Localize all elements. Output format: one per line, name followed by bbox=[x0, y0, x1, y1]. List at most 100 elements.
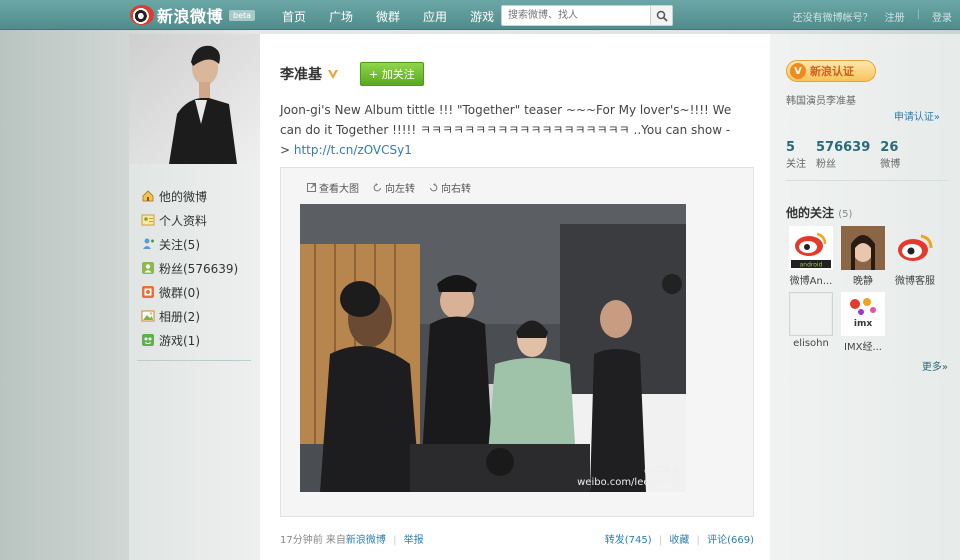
menu-fans[interactable]: 粉丝(576639) bbox=[141, 256, 238, 280]
divider: | bbox=[658, 535, 663, 546]
friend-name: 晚静 bbox=[853, 276, 873, 287]
view-large-button[interactable]: 查看大图 bbox=[307, 180, 359, 195]
follow-button[interactable]: + 加关注 bbox=[360, 62, 424, 86]
rotate-left-icon bbox=[373, 183, 381, 192]
stat-number: 26 bbox=[880, 140, 899, 155]
follow-count: (5) bbox=[838, 209, 853, 220]
menu-label: 游戏(1) bbox=[159, 333, 200, 348]
rotate-left-button[interactable]: 向左转 bbox=[373, 180, 415, 195]
post-meta: 17分钟前 来自新浪微博 | 举报 bbox=[280, 531, 424, 546]
menu-following[interactable]: 关注(5) bbox=[141, 232, 238, 256]
imx-logo-icon: imx bbox=[841, 292, 885, 336]
beta-badge: beta bbox=[229, 9, 256, 21]
album-icon bbox=[141, 309, 155, 323]
person-card-icon bbox=[141, 213, 155, 227]
sina-verified-badge[interactable]: V 新浪认证 bbox=[786, 60, 876, 82]
friend-item[interactable]: imx IMX经... bbox=[838, 292, 888, 353]
stat-weibo[interactable]: 26 微博 bbox=[880, 140, 900, 170]
group-icon bbox=[141, 285, 155, 299]
rotate-right-button[interactable]: 向右转 bbox=[429, 180, 471, 195]
friend-avatar bbox=[841, 226, 885, 270]
menu-label: 个人资料 bbox=[159, 213, 208, 228]
post-time: 17分钟前 bbox=[280, 535, 323, 546]
weibo-logo[interactable]: 新浪微博 beta bbox=[130, 3, 256, 27]
profile-avatar[interactable] bbox=[129, 34, 260, 164]
photo-watermark-user: @李准基 bbox=[643, 466, 680, 476]
nav-home[interactable]: 首页 bbox=[282, 8, 306, 25]
login-link[interactable]: 登录 bbox=[932, 9, 952, 24]
search-icon bbox=[656, 10, 668, 22]
comment-link[interactable]: 评论(669) bbox=[707, 535, 754, 546]
friend-name: IMX经... bbox=[844, 342, 882, 353]
menu-label: 相册(2) bbox=[159, 309, 200, 324]
rotate-right-icon bbox=[430, 183, 438, 192]
friend-name: 微博客服 bbox=[895, 276, 935, 287]
menu-label: 他的微博 bbox=[159, 189, 208, 204]
sidebar-divider bbox=[137, 360, 251, 361]
menu-his-weibo[interactable]: 他的微博 bbox=[141, 184, 238, 208]
right-sidebar: V 新浪认证 韩国演员李准基 申请认证» 5 关注 576639 粉丝 26 微… bbox=[770, 34, 960, 560]
tool-label: 向右转 bbox=[441, 184, 471, 195]
friend-avatar: imx bbox=[841, 292, 885, 336]
friend-item[interactable]: 微博客服 bbox=[890, 226, 940, 287]
person-photo-icon bbox=[841, 226, 885, 270]
media-toolbar: 查看大图 向左转 向右转 bbox=[307, 180, 471, 195]
source-link[interactable]: 新浪微博 bbox=[346, 535, 386, 546]
menu-album[interactable]: 相册(2) bbox=[141, 304, 238, 328]
verify-description: 韩国演员李准基 bbox=[786, 96, 856, 107]
post-text: Joon-gi's New Album tittle !!! "Together… bbox=[280, 100, 740, 160]
profile-header: 李准基 + 加关注 bbox=[280, 62, 424, 86]
more-following-link[interactable]: 更多» bbox=[922, 358, 948, 373]
post-actions: 转发(745) | 收藏 | 评论(669) bbox=[605, 531, 754, 546]
search-button[interactable] bbox=[650, 6, 672, 25]
photo-watermark-url: weibo.com/leejoongi bbox=[577, 477, 680, 488]
divider: | bbox=[916, 9, 920, 20]
stat-label: 粉丝 bbox=[816, 159, 836, 170]
follow-title: 他的关注 bbox=[786, 206, 835, 220]
repost-link[interactable]: 转发(745) bbox=[605, 535, 652, 546]
svg-text:android: android bbox=[800, 262, 823, 269]
menu-games[interactable]: 游戏(1) bbox=[141, 328, 238, 352]
stat-number: 576639 bbox=[816, 140, 871, 155]
stat-number: 5 bbox=[786, 140, 796, 155]
studio-photo bbox=[300, 204, 686, 492]
stat-label: 关注 bbox=[786, 159, 806, 170]
nav-groups[interactable]: 微群 bbox=[376, 8, 400, 25]
report-link[interactable]: 举报 bbox=[404, 535, 424, 546]
menu-label: 微群(0) bbox=[159, 285, 200, 300]
stats-divider bbox=[786, 180, 948, 181]
svg-text:imx: imx bbox=[854, 319, 872, 329]
no-account-prompt: 还没有微博帐号？ bbox=[792, 13, 873, 24]
post-link[interactable]: http://t.cn/zOVCSy1 bbox=[294, 143, 412, 157]
post-photo[interactable]: @李准基 weibo.com/leejoongi bbox=[300, 204, 686, 492]
friend-item[interactable]: android 微博An... bbox=[786, 226, 836, 287]
verified-v-icon: V bbox=[790, 63, 806, 79]
stat-fans[interactable]: 576639 粉丝 bbox=[816, 140, 870, 170]
weibo-logo-icon bbox=[898, 234, 933, 261]
stat-following[interactable]: 5 关注 bbox=[786, 140, 806, 170]
friend-item[interactable]: elisohn bbox=[786, 292, 836, 349]
main-feed: 李准基 + 加关注 Joon-gi's New Album tittle !!!… bbox=[260, 34, 770, 560]
nav-apps[interactable]: 应用 bbox=[423, 8, 447, 25]
follow-people-icon bbox=[141, 237, 155, 251]
verify-label: 新浪认证 bbox=[810, 65, 854, 78]
media-box: 查看大图 向左转 向右转 @李准基 weibo.com/leejoongi bbox=[280, 167, 754, 517]
nav-square[interactable]: 广场 bbox=[329, 8, 353, 25]
friend-name: elisohn bbox=[793, 338, 829, 349]
friend-name: 微博An... bbox=[789, 276, 833, 287]
weibo-eye-icon bbox=[130, 5, 154, 25]
register-link[interactable]: 注册 bbox=[885, 9, 905, 24]
menu-groups[interactable]: 微群(0) bbox=[141, 280, 238, 304]
nav-games[interactable]: 游戏 bbox=[470, 8, 494, 25]
friend-item[interactable]: 晚静 bbox=[838, 226, 888, 287]
house-icon bbox=[141, 189, 155, 203]
search-input[interactable] bbox=[502, 6, 648, 25]
from-prefix: 来自 bbox=[325, 535, 346, 546]
menu-profile-info[interactable]: 个人资料 bbox=[141, 208, 238, 232]
apply-verify-link[interactable]: 申请认证» bbox=[894, 108, 940, 123]
favorite-link[interactable]: 收藏 bbox=[669, 535, 689, 546]
verified-v-icon bbox=[326, 67, 340, 81]
profile-stats: 5 关注 576639 粉丝 26 微博 bbox=[786, 140, 900, 170]
profile-menu: 他的微博 个人资料 关注(5) 粉丝(576639) 微群(0) 相册(2) 游… bbox=[141, 184, 238, 352]
friend-avatar bbox=[789, 292, 833, 336]
